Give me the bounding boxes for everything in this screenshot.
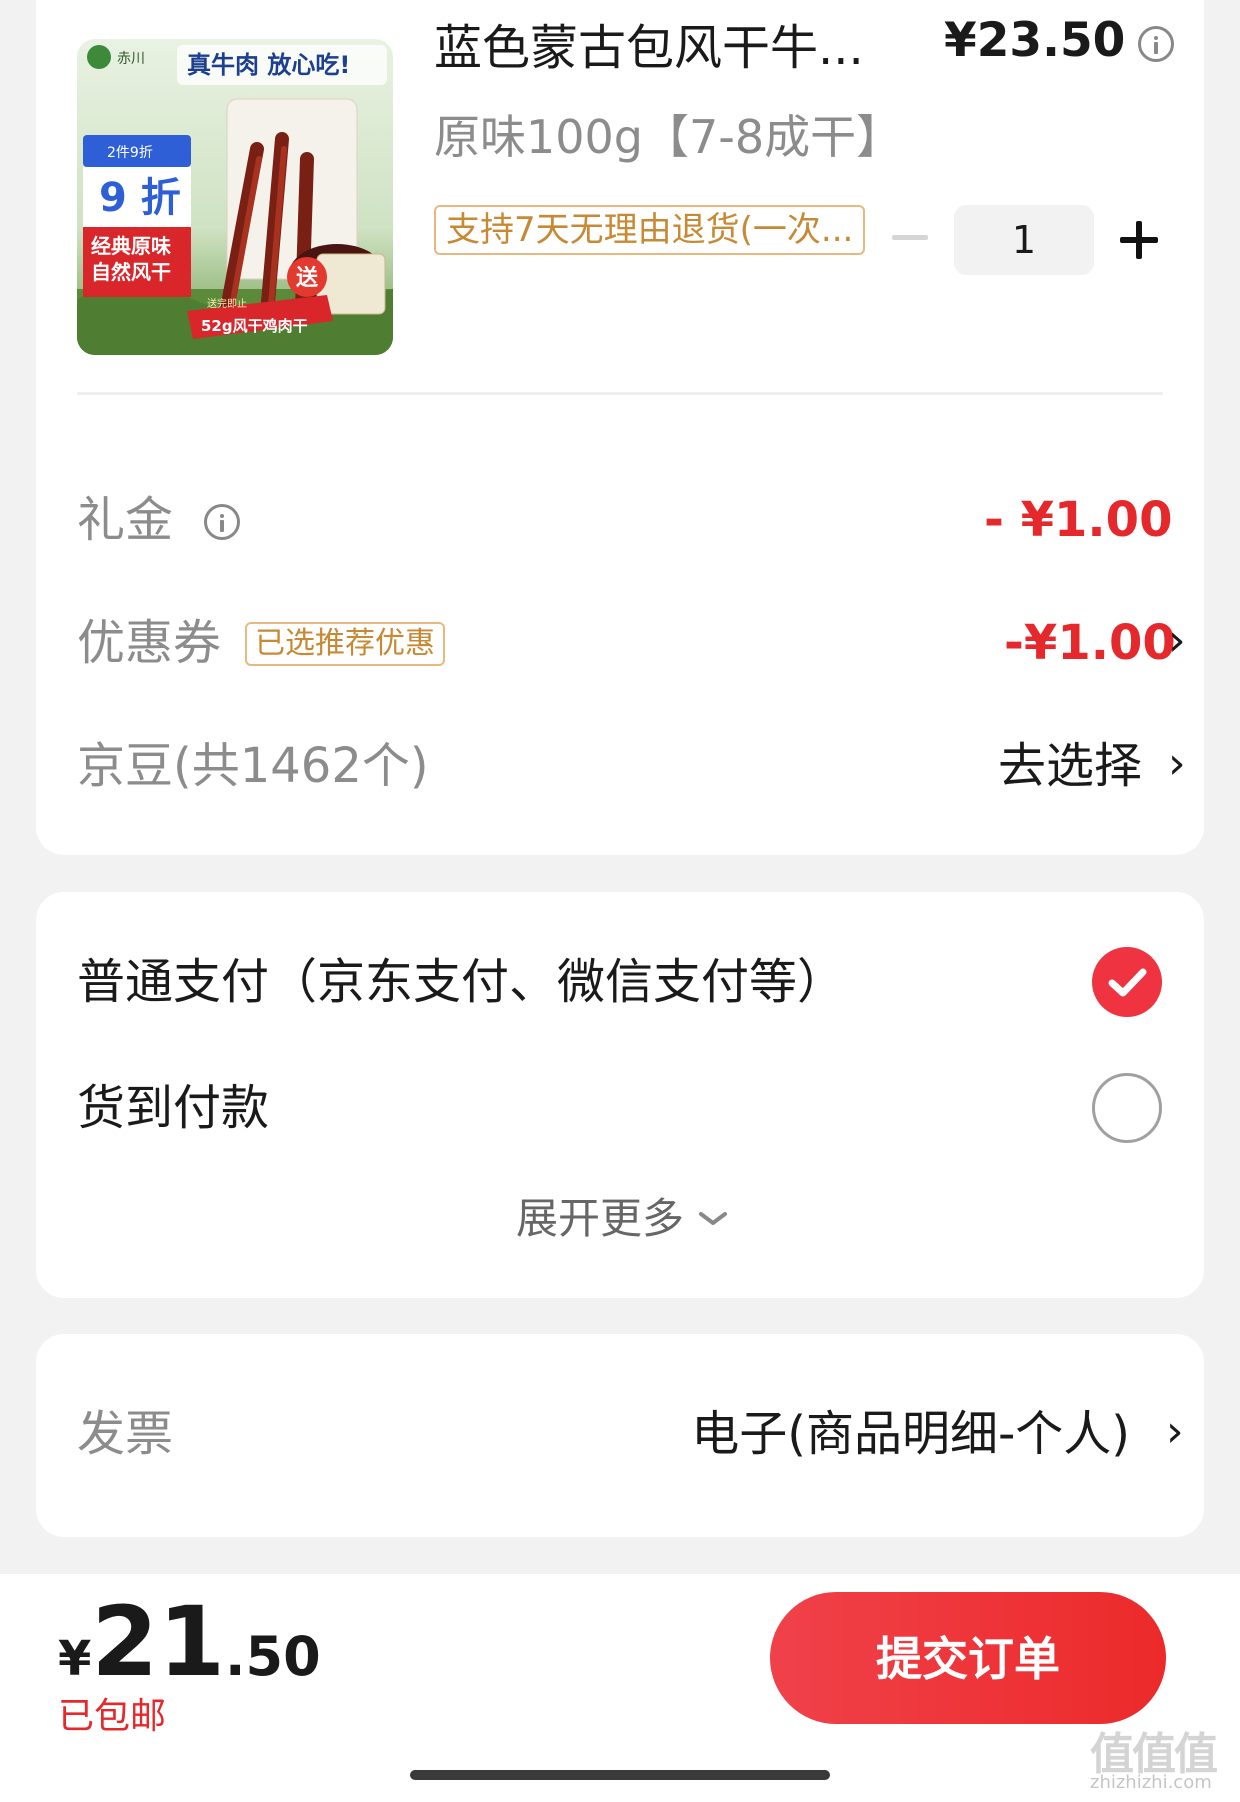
quantity-increase-button[interactable]	[1120, 221, 1158, 259]
slogan-1-text: 经典原味	[91, 234, 171, 258]
gift-text: 52g风干鸡肉干	[201, 317, 308, 335]
home-indicator[interactable]	[410, 1770, 830, 1780]
invoice-chevron-right-icon[interactable]: ›	[1166, 1402, 1184, 1462]
coupon-chevron-right-icon[interactable]: ›	[1168, 611, 1186, 671]
order-item-card: 赤川 真牛肉 放心吃! 2件9折 9 折 经典原味 自然风干 送 送完即止 52…	[36, 0, 1204, 855]
gift-small-text: 送完即止	[207, 297, 247, 310]
payment-method-card: 普通支付（京东支付、微信支付等） 货到付款 展开更多	[36, 892, 1204, 1298]
brand-logo-text: 赤川	[117, 51, 145, 67]
total-integer: 21	[91, 1586, 225, 1698]
jd-beans-select-link[interactable]: 去选择	[998, 736, 1142, 796]
gift-money-label: 礼金	[77, 492, 174, 548]
promo-top-text: 2件9折	[107, 145, 153, 161]
invoice-card[interactable]: 发票 电子(商品明细-个人) ›	[36, 1334, 1204, 1537]
return-policy-tag: 支持7天无理由退货(一次...	[434, 205, 866, 255]
slogan-2-text: 自然风干	[91, 260, 171, 284]
radio-unselected-icon[interactable]	[1092, 1073, 1162, 1143]
chevron-down-icon[interactable]	[698, 1210, 728, 1228]
product-thumbnail[interactable]: 赤川 真牛肉 放心吃! 2件9折 9 折 经典原味 自然风干 送 送完即止 52…	[77, 39, 393, 355]
checkout-bar: ¥21.50 已包邮 提交订单	[0, 1574, 1240, 1802]
quantity-input[interactable]: 1	[954, 205, 1094, 275]
free-shipping-label: 已包邮	[58, 1696, 167, 1737]
product-spec: 原味100g【7-8成干】	[434, 110, 903, 164]
jd-beans-label: 京豆(共1462个)	[77, 738, 429, 794]
payment-option-normal[interactable]: 普通支付（京东支付、微信支付等）	[77, 952, 845, 1012]
divider	[77, 392, 1163, 395]
gift-money-info-icon[interactable]	[204, 504, 240, 540]
quantity-decrease-button[interactable]	[892, 235, 928, 240]
coupon-label: 优惠券	[77, 615, 222, 671]
gift-badge-text: 送	[296, 265, 318, 291]
invoice-value[interactable]: 电子(商品明细-个人)	[656, 1404, 1130, 1464]
expand-more-button[interactable]: 展开更多	[516, 1192, 684, 1246]
product-name[interactable]: 蓝色蒙古包风干牛...	[434, 18, 864, 78]
coupon-value[interactable]: -¥1.00	[1004, 613, 1176, 673]
currency-symbol: ¥	[58, 1631, 92, 1687]
payment-option-cod[interactable]: 货到付款	[77, 1078, 269, 1138]
gift-money-value: - ¥1.00	[984, 492, 1173, 548]
price-info-icon[interactable]	[1138, 26, 1174, 62]
product-price: ¥23.50	[944, 13, 1126, 68]
watermark-url: zhizhizhi.com	[1090, 1772, 1212, 1793]
checkmark-selected-icon[interactable]	[1092, 947, 1162, 1017]
promo-main-text: 9 折	[99, 175, 181, 221]
jd-beans-chevron-right-icon[interactable]: ›	[1168, 734, 1186, 794]
coupon-selected-tag: 已选推荐优惠	[245, 622, 445, 666]
order-total: ¥21.50	[58, 1586, 321, 1698]
total-decimal: .50	[225, 1625, 321, 1688]
invoice-label: 发票	[77, 1406, 174, 1462]
banner-text: 真牛肉 放心吃!	[187, 51, 350, 79]
submit-order-button[interactable]: 提交订单	[770, 1592, 1166, 1724]
